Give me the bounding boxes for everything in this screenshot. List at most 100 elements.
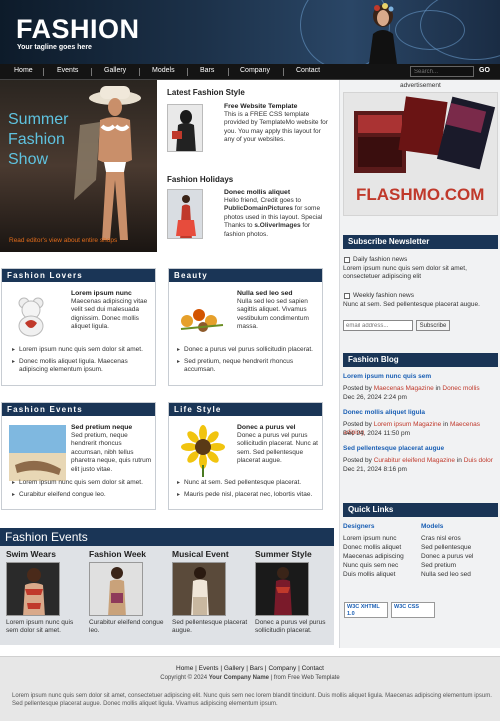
latest-content: Free Website Template This is a FREE CSS…: [224, 103, 330, 145]
box-bullet[interactable]: Lorem ipsum nunc quis sem dolor sit amet…: [12, 479, 153, 488]
w3c-xhtml-badge[interactable]: W3C XHTML 1.0: [344, 602, 388, 618]
footer-link-contact[interactable]: Contact: [302, 665, 324, 672]
category-thumb[interactable]: [89, 562, 143, 616]
blog-post-title[interactable]: Sed pellentesque placerat augue: [343, 445, 444, 453]
flowers-image: [180, 309, 224, 332]
category-title[interactable]: Fashion Week: [89, 549, 146, 559]
search-input[interactable]: [410, 66, 474, 77]
nav-divider: [139, 68, 140, 76]
category-thumb[interactable]: [172, 562, 226, 616]
blog-category-link[interactable]: Donec mollis: [442, 385, 479, 392]
header-model-image: [369, 3, 397, 64]
category-title[interactable]: Summer Style: [255, 549, 312, 559]
copyright-text: | from Free Web Template: [268, 675, 340, 681]
quicklink-designer[interactable]: Duis mollis aliquet: [343, 571, 395, 579]
footer-link-bars[interactable]: Bars: [250, 665, 263, 672]
box-bullet[interactable]: Mauris pede nisl, placerat nec, lobortis…: [177, 491, 320, 500]
footer-link-events[interactable]: Events: [199, 665, 219, 672]
footer-link-company[interactable]: Company: [268, 665, 296, 672]
category-thumb[interactable]: [255, 562, 309, 616]
quicklink-model[interactable]: Donec a purus vel: [421, 553, 473, 561]
footer-copyright: Copyright © 2024 Your Company Name | fro…: [0, 675, 500, 681]
meta-text: in: [455, 457, 464, 464]
quicklinks-title: Quick Links: [343, 503, 498, 517]
box-bullet[interactable]: Donec a purus vel purus sollicitudin pla…: [177, 346, 320, 355]
nav-contact[interactable]: Contact: [296, 67, 320, 74]
category-title[interactable]: Swim Wears: [6, 549, 56, 559]
box-bullet[interactable]: Curabitur eleifend congue leo.: [12, 491, 153, 500]
blog-magazine-link[interactable]: Lorem ipsum Magazine: [374, 421, 442, 428]
nav-company[interactable]: Company: [240, 67, 270, 74]
holidays-body: Hello friend, Credit goes to PublicDomai…: [224, 197, 330, 239]
nav-bars[interactable]: Bars: [200, 67, 214, 74]
advertisement-banner[interactable]: FLASHMO.COM: [343, 92, 498, 216]
meta-text: Posted by: [343, 457, 374, 464]
box-content: Lorem ipsum nunc Maecenas adipiscing vit…: [71, 290, 151, 332]
quicklink-designer[interactable]: Maecenas adipiscing: [343, 553, 404, 561]
latest-thumb[interactable]: [167, 104, 203, 152]
featured-link[interactable]: Read editor's view about entire shops: [9, 237, 117, 244]
quicklink-designer[interactable]: Donec mollis aliquet: [343, 544, 401, 552]
credit-link[interactable]: s.OliverImages: [254, 222, 300, 229]
nav-home[interactable]: Home: [14, 67, 33, 74]
holidays-thumb[interactable]: [167, 189, 203, 239]
box-bullet[interactable]: Sed pretium, neque hendrerit rhoncus acc…: [177, 358, 320, 375]
site-title[interactable]: FASHION: [16, 14, 140, 45]
meta-text: Posted by: [343, 421, 374, 428]
category-title[interactable]: Musical Event: [172, 549, 229, 559]
w3c-css-badge[interactable]: W3C CSS: [391, 602, 435, 618]
category-thumb[interactable]: [6, 562, 60, 616]
box-item-title[interactable]: Nulla sed leo sed: [237, 290, 319, 297]
email-input[interactable]: [343, 320, 413, 331]
header: FASHION Your tagline goes here: [0, 0, 500, 64]
search-go-button[interactable]: GO: [479, 67, 490, 74]
blog-magazine-link[interactable]: Curabitur eleifend Magazine: [374, 457, 455, 464]
box-item-title[interactable]: Sed pretium neque: [71, 424, 153, 431]
quicklink-designer[interactable]: Nunc quis sem nec: [343, 562, 398, 570]
nav-gallery[interactable]: Gallery: [104, 67, 126, 74]
box-title: Beauty: [169, 269, 322, 282]
box-title: Fashion Events: [2, 403, 155, 416]
box-content: Nulla sed leo sed Nulla sed leo sed sapi…: [237, 290, 319, 332]
daily-news-label[interactable]: Daily fashion news: [353, 256, 407, 264]
quicklink-designer[interactable]: Lorem ipsum nunc: [343, 535, 396, 543]
quicklink-model[interactable]: Cras nisl eros: [421, 535, 461, 543]
footer-note: Lorem ipsum nunc quis sem dolor sit amet…: [12, 693, 492, 707]
ad-brand: FLASHMO.COM: [356, 185, 485, 204]
quicklink-model[interactable]: Sed pretium: [421, 562, 456, 570]
quicklink-model[interactable]: Sed pellentesque: [421, 544, 471, 552]
featured-banner[interactable]: Summer Fashion Show Read editor's view a…: [0, 80, 157, 252]
blog-magazine-link[interactable]: Maecenas Magazine: [374, 385, 434, 392]
blog-post-date: Dec 21, 2024 8:16 pm: [343, 466, 407, 473]
box-item-title[interactable]: Donec a purus vel: [237, 424, 319, 431]
credit-link[interactable]: PublicDomainPictures: [224, 205, 293, 212]
subscribe-button[interactable]: Subscribe: [416, 320, 450, 331]
blog-category-link[interactable]: Duis dolor: [464, 457, 493, 464]
box-content: Donec a purus vel Donec a purus vel puru…: [237, 424, 319, 466]
meta-text: Posted by: [343, 385, 374, 392]
holidays-heading: Fashion Holidays: [167, 175, 234, 184]
latest-item-title[interactable]: Free Website Template: [224, 103, 330, 110]
footer-link-home[interactable]: Home: [176, 665, 193, 672]
box-bullet[interactable]: Donec mollis aliquet ligula. Maecenas ad…: [12, 358, 153, 375]
category-text: Donec a purus vel purus sollicitudin pla…: [255, 619, 326, 635]
weekly-news-checkbox[interactable]: [344, 293, 350, 299]
daily-news-checkbox[interactable]: [344, 257, 350, 263]
category-text: Sed pellentesque placerat augue.: [172, 619, 248, 635]
box-item-title[interactable]: Lorem ipsum nunc: [71, 290, 151, 297]
box-fashion-lovers: Fashion Lovers Lorem ipsum nunc Maecenas…: [1, 268, 156, 386]
holidays-item-title[interactable]: Donec mollis aliquet: [224, 189, 330, 196]
meta-text: in: [441, 421, 450, 428]
weekly-news-label[interactable]: Weekly fashion news: [353, 292, 414, 300]
box-bullet[interactable]: Nunc at sem. Sed pellentesque placerat.: [177, 479, 320, 488]
quicklink-model[interactable]: Nulla sed leo sed: [421, 571, 471, 579]
nav-models[interactable]: Models: [152, 67, 175, 74]
nav-events[interactable]: Events: [57, 67, 78, 74]
box-bullet[interactable]: Lorem ipsum nunc quis sem dolor sit amet…: [12, 346, 153, 355]
featured-title-line: Fashion: [8, 131, 65, 148]
category-text: Lorem ipsum nunc quis sem dolor sit amet…: [6, 619, 74, 635]
blog-post-title[interactable]: Lorem ipsum nunc quis sem: [343, 373, 431, 381]
footer-link-gallery[interactable]: Gallery: [224, 665, 245, 672]
blog-post-title[interactable]: Donec mollis aliquet ligula: [343, 409, 425, 417]
featured-title-line: Summer: [8, 111, 69, 128]
